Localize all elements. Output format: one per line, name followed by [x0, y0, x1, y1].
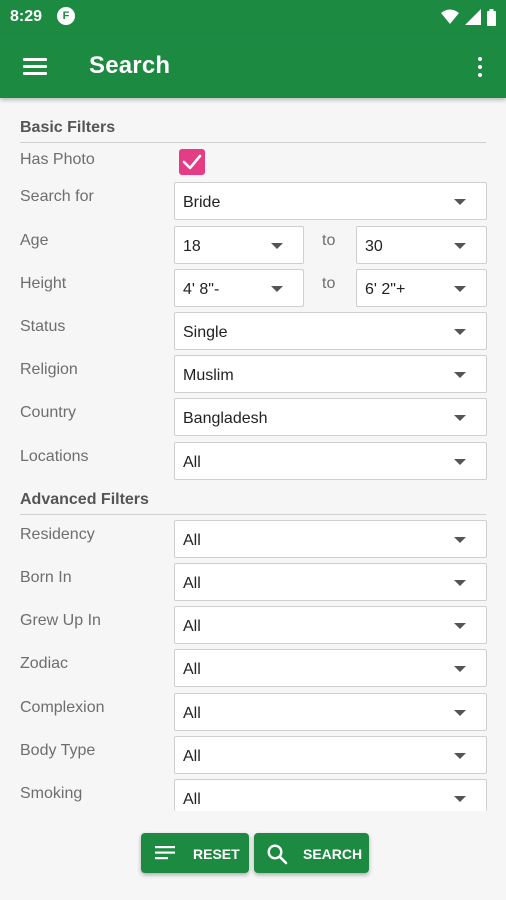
smoking-value: All	[183, 791, 201, 808]
dropdown-arrow-icon	[454, 666, 466, 672]
search-for-label: Search for	[20, 188, 94, 205]
has-photo-checkbox[interactable]	[179, 149, 205, 175]
dropdown-arrow-icon	[271, 286, 283, 292]
dropdown-arrow-icon	[454, 372, 466, 378]
country-select[interactable]: Bangladesh	[174, 398, 487, 436]
battery-icon	[487, 8, 496, 26]
dropdown-arrow-icon	[454, 623, 466, 629]
smoking-label: Smoking	[20, 785, 83, 802]
locations-value: All	[183, 454, 201, 471]
age-from-select[interactable]: 18	[174, 226, 304, 264]
grew-up-in-value: All	[183, 618, 201, 635]
height-from-value: 4' 8"-	[183, 281, 220, 298]
advanced-filters-header: Advanced Filters	[20, 491, 486, 515]
residency-label: Residency	[20, 526, 95, 543]
zodiac-label: Zodiac	[20, 655, 69, 672]
dropdown-arrow-icon	[454, 796, 466, 802]
zodiac-value: All	[183, 661, 201, 678]
page-title: Search	[89, 52, 171, 79]
status-bar: 8:29 F	[0, 0, 506, 34]
grew-up-in-label: Grew Up In	[20, 612, 101, 629]
height-label: Height	[20, 275, 67, 292]
status-label: Status	[20, 318, 66, 335]
grew-up-in-select[interactable]: All	[174, 606, 487, 644]
dropdown-arrow-icon	[454, 537, 466, 543]
signal-icon	[465, 9, 481, 25]
dropdown-arrow-icon	[454, 329, 466, 335]
search-for-value: Bride	[183, 194, 221, 211]
religion-label: Religion	[20, 361, 78, 378]
status-icons	[441, 8, 496, 26]
residency-select[interactable]: All	[174, 520, 487, 558]
born-in-select[interactable]: All	[174, 563, 487, 601]
residency-value: All	[183, 532, 201, 549]
height-from-select[interactable]: 4' 8"-	[174, 269, 304, 307]
dropdown-arrow-icon	[454, 199, 466, 205]
height-to-value: 6' 2"+	[365, 281, 406, 298]
checkmark-icon	[182, 154, 202, 170]
complexion-value: All	[183, 705, 201, 722]
search-label: SEARCH	[303, 846, 363, 862]
dropdown-arrow-icon	[454, 286, 466, 292]
search-icon	[267, 844, 288, 865]
reset-button[interactable]: RESET	[141, 833, 249, 873]
height-to-label: to	[322, 275, 336, 292]
body-type-select[interactable]: All	[174, 736, 487, 774]
body-type-label: Body Type	[20, 742, 96, 759]
age-from-value: 18	[183, 238, 201, 255]
dropdown-arrow-icon	[454, 580, 466, 586]
wifi-icon	[441, 9, 459, 24]
status-select[interactable]: Single	[174, 312, 487, 350]
country-label: Country	[20, 404, 77, 421]
reset-label: RESET	[193, 846, 240, 862]
search-button[interactable]: SEARCH	[254, 833, 369, 873]
age-to-label: to	[322, 232, 336, 249]
hamburger-menu-icon[interactable]	[18, 52, 52, 82]
basic-filters-header: Basic Filters	[20, 119, 486, 143]
dropdown-arrow-icon	[454, 243, 466, 249]
born-in-label: Born In	[20, 569, 72, 586]
complexion-select[interactable]: All	[174, 693, 487, 731]
app-notification-icon: F	[57, 7, 75, 25]
country-value: Bangladesh	[183, 410, 268, 427]
more-vert-icon[interactable]	[468, 52, 492, 82]
locations-label: Locations	[20, 448, 89, 465]
smoking-select[interactable]: All	[174, 779, 487, 811]
religion-value: Muslim	[183, 367, 234, 384]
dropdown-arrow-icon	[454, 459, 466, 465]
app-bar: Search	[0, 34, 506, 98]
status-value: Single	[183, 324, 228, 341]
age-to-select[interactable]: 30	[356, 226, 487, 264]
status-time: 8:29	[10, 8, 43, 25]
locations-select[interactable]: All	[174, 442, 487, 480]
dropdown-arrow-icon	[454, 710, 466, 716]
age-label: Age	[20, 232, 49, 249]
body-type-value: All	[183, 748, 201, 765]
dropdown-arrow-icon	[454, 415, 466, 421]
complexion-label: Complexion	[20, 699, 105, 716]
religion-select[interactable]: Muslim	[174, 355, 487, 393]
search-for-select[interactable]: Bride	[174, 182, 487, 220]
zodiac-select[interactable]: All	[174, 649, 487, 687]
sort-lines-icon	[155, 846, 175, 860]
dropdown-arrow-icon	[271, 243, 283, 249]
age-to-value: 30	[365, 238, 383, 255]
dropdown-arrow-icon	[454, 753, 466, 759]
height-to-select[interactable]: 6' 2"+	[356, 269, 487, 307]
has-photo-label: Has Photo	[20, 151, 95, 168]
born-in-value: All	[183, 575, 201, 592]
